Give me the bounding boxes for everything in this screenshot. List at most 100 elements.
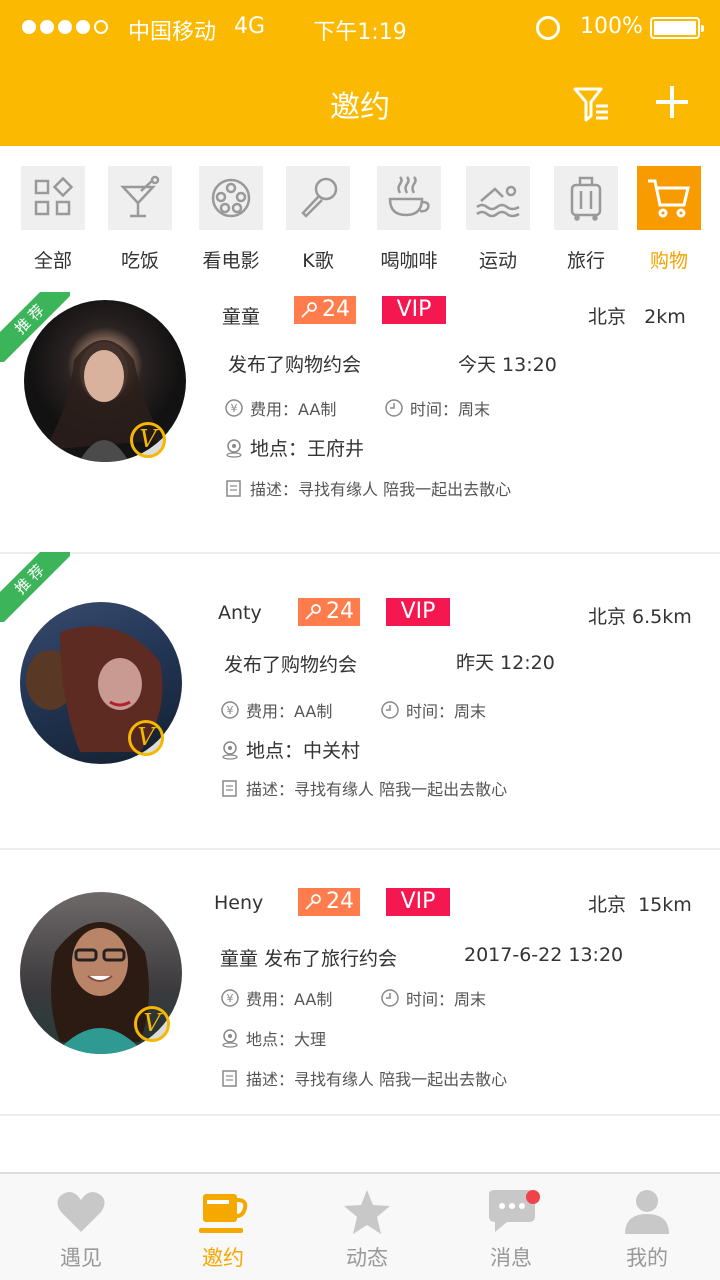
top-bar: 中国移动 4G 下午1:19 100% 邀约 xyxy=(0,0,720,146)
user-name: 童童 xyxy=(222,306,261,328)
yen-icon: ¥ xyxy=(225,399,243,417)
category-label: 运动 xyxy=(478,250,517,272)
clock-icon xyxy=(381,701,399,719)
clock-icon xyxy=(385,399,403,417)
category-bar: 全部 吃饭 看电影 K歌 喝咖啡 运动 旅行 购物 xyxy=(0,146,720,286)
heart-icon xyxy=(57,1192,105,1232)
post-time: 今天 13:20 xyxy=(458,354,557,376)
add-button[interactable] xyxy=(654,84,690,120)
post-time: 2017-6-22 13:20 xyxy=(464,944,624,966)
time-info: 时间：周末 xyxy=(384,396,490,420)
category-all[interactable]: 全部 xyxy=(13,166,93,273)
description-info: 描述：寻找有缘人 陪我一起出去散心 xyxy=(220,776,507,800)
post-card[interactable]: 推荐 V Anty 24 VIP 北京 6.5km 发布了购物约会 昨天 12:… xyxy=(0,552,720,850)
cup-icon xyxy=(199,1194,248,1233)
tab-label: 邀约 xyxy=(202,1246,244,1270)
category-label: 喝咖啡 xyxy=(380,250,438,272)
likes-badge: 24 xyxy=(294,296,356,324)
svg-text:¥: ¥ xyxy=(227,992,234,1005)
post-headline: 童童 发布了旅行约会 xyxy=(220,948,398,970)
post-headline: 发布了购物约会 xyxy=(224,654,358,676)
vip-badge: VIP xyxy=(386,598,450,626)
category-label: 看电影 xyxy=(202,250,260,272)
category-sports[interactable]: 运动 xyxy=(458,166,538,273)
cocktail-icon xyxy=(120,175,160,218)
recommended-ribbon: 推荐 xyxy=(0,552,70,622)
battery-icon xyxy=(650,17,704,39)
unread-dot xyxy=(526,1190,540,1204)
post-headline: 发布了购物约会 xyxy=(228,354,362,376)
divider xyxy=(0,1114,720,1116)
verified-badge: V xyxy=(128,720,164,756)
category-shopping[interactable]: 购物 xyxy=(629,166,709,273)
swimmer-icon xyxy=(476,185,520,218)
description-info: 描述：寻找有缘人 陪我一起出去散心 xyxy=(224,476,511,500)
vip-badge: VIP xyxy=(382,296,446,324)
tab-label: 消息 xyxy=(490,1246,532,1270)
tab-label: 遇见 xyxy=(60,1246,102,1270)
category-karaoke[interactable]: K歌 xyxy=(278,166,358,273)
clock-icon xyxy=(381,989,399,1007)
filter-icon[interactable] xyxy=(572,84,612,124)
category-label: K歌 xyxy=(302,250,334,272)
map-pin-icon xyxy=(226,438,242,458)
fee-info: ¥ 费用：AA制 xyxy=(224,396,336,420)
tab-profile[interactable]: 我的 xyxy=(592,1188,702,1272)
verified-badge: V xyxy=(134,1006,170,1042)
category-movie[interactable]: 看电影 xyxy=(191,166,271,273)
key-icon xyxy=(301,302,317,318)
film-reel-icon xyxy=(211,178,251,218)
category-label: 吃饭 xyxy=(120,250,159,272)
likes-badge: 24 xyxy=(298,598,360,626)
map-pin-icon xyxy=(222,740,238,760)
location-distance: 北京 2km xyxy=(588,306,686,328)
verified-badge: V xyxy=(130,422,166,458)
document-icon xyxy=(226,480,241,497)
time-info: 时间：周末 xyxy=(380,698,486,722)
category-travel[interactable]: 旅行 xyxy=(546,166,626,273)
person-icon xyxy=(625,1190,669,1234)
category-coffee[interactable]: 喝咖啡 xyxy=(369,166,449,273)
post-time: 昨天 12:20 xyxy=(456,652,555,674)
tab-feed[interactable]: 动态 xyxy=(312,1188,422,1272)
suitcase-icon xyxy=(570,176,602,221)
category-dining[interactable]: 吃饭 xyxy=(100,166,180,273)
svg-text:¥: ¥ xyxy=(227,704,234,717)
svg-text:¥: ¥ xyxy=(231,402,238,415)
map-pin-icon xyxy=(222,1029,238,1048)
page-title: 邀约 xyxy=(330,90,390,125)
key-icon xyxy=(305,604,321,620)
rotation-lock-icon xyxy=(536,16,560,40)
document-icon xyxy=(222,1070,237,1087)
category-label: 购物 xyxy=(649,250,688,272)
category-label: 全部 xyxy=(33,250,72,272)
grid-icon xyxy=(34,176,74,216)
description-info: 描述：寻找有缘人 陪我一起出去散心 xyxy=(220,1066,507,1090)
yen-icon: ¥ xyxy=(221,701,239,719)
tab-label: 我的 xyxy=(626,1246,668,1270)
place-info: 地点：大理 xyxy=(220,1026,326,1050)
document-icon xyxy=(222,780,237,797)
place-info: 地点：中关村 xyxy=(220,736,360,763)
fee-info: ¥ 费用：AA制 xyxy=(220,698,332,722)
tab-invite[interactable]: 邀约 xyxy=(168,1188,278,1272)
location-distance: 北京 6.5km xyxy=(588,606,692,628)
tab-meet[interactable]: 遇见 xyxy=(26,1188,136,1272)
tab-messages[interactable]: 消息 xyxy=(456,1188,566,1272)
post-card[interactable]: 推荐 V 童童 24 VIP 北京 2km 发布了购物约会 今天 13:20 ¥… xyxy=(0,292,720,554)
microphone-icon xyxy=(301,177,338,218)
tab-label: 动态 xyxy=(346,1246,388,1270)
user-name: Heny xyxy=(214,892,264,914)
user-name: Anty xyxy=(218,602,262,624)
category-label: 旅行 xyxy=(566,250,605,272)
vip-badge: VIP xyxy=(386,888,450,916)
fee-info: ¥ 费用：AA制 xyxy=(220,986,332,1010)
place-info: 地点：王府井 xyxy=(224,434,364,461)
status-bar: 中国移动 4G 下午1:19 100% xyxy=(0,0,720,56)
post-card[interactable]: V Heny 24 VIP 北京 15km 童童 发布了旅行约会 2017-6-… xyxy=(0,850,720,1116)
key-icon xyxy=(305,894,321,910)
star-icon xyxy=(344,1190,390,1234)
shopping-cart-icon xyxy=(648,179,690,218)
yen-icon: ¥ xyxy=(221,989,239,1007)
battery-percent: 100% xyxy=(580,14,643,39)
